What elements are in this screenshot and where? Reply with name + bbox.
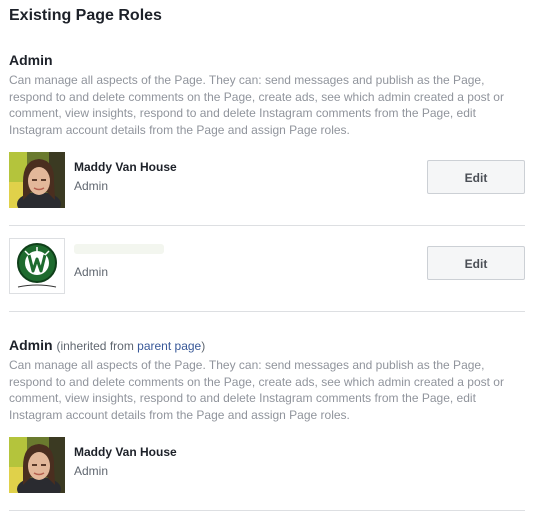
page-logo-icon	[10, 239, 64, 293]
page-title: Existing Page Roles	[9, 7, 162, 24]
role-member-row: Admin Edit	[9, 238, 525, 296]
page-roles-panel: Existing Page Roles Admin Can manage all…	[0, 0, 536, 517]
role-title: Admin	[9, 337, 53, 353]
member-name[interactable]: Maddy Van House	[74, 160, 177, 174]
inherited-prefix: (inherited from	[56, 339, 138, 353]
avatar[interactable]	[9, 152, 65, 208]
edit-button[interactable]: Edit	[427, 160, 525, 194]
profile-photo-icon	[9, 152, 65, 208]
member-role: Admin	[74, 464, 109, 478]
avatar[interactable]	[9, 437, 65, 493]
role-member-row: Maddy Van House Admin Edit	[9, 152, 525, 210]
divider	[9, 225, 525, 226]
divider	[9, 311, 525, 312]
member-name-redacted	[74, 244, 164, 254]
role-title-admin: Admin	[9, 52, 53, 68]
inherited-suffix: )	[201, 339, 206, 353]
edit-button[interactable]: Edit	[427, 246, 525, 280]
avatar[interactable]	[9, 238, 65, 294]
profile-photo-icon	[9, 437, 65, 493]
parent-page-link[interactable]: parent page	[137, 339, 201, 353]
member-role: Admin	[74, 265, 109, 279]
member-name[interactable]: Maddy Van House	[74, 445, 177, 459]
role-description: Can manage all aspects of the Page. They…	[9, 73, 504, 137]
inherited-note: (inherited from parent page)	[56, 339, 205, 353]
role-description: Can manage all aspects of the Page. They…	[9, 358, 504, 422]
role-member-row: Maddy Van House Admin	[9, 437, 525, 495]
divider	[9, 510, 525, 511]
role-title-admin-inherited: Admin (inherited from parent page)	[9, 337, 205, 353]
member-role: Admin	[74, 179, 109, 193]
